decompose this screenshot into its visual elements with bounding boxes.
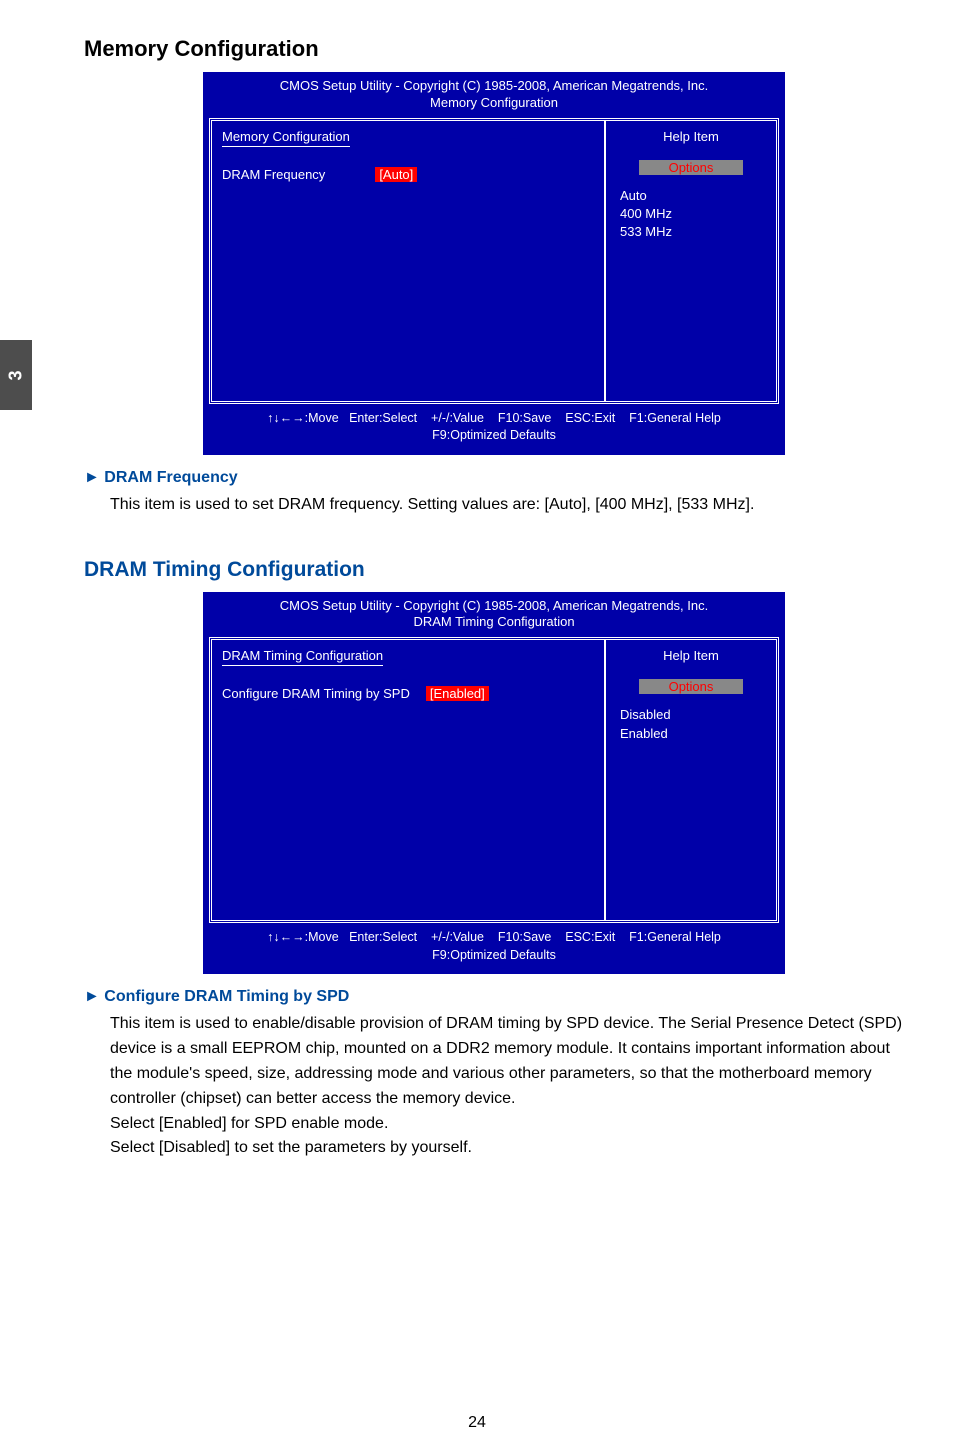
chapter-tab: 3 xyxy=(0,340,32,410)
bios-screenshot-dram-timing: CMOS Setup Utility - Copyright (C) 1985-… xyxy=(203,592,785,975)
section-title-dram-timing: DRAM Timing Configuration xyxy=(84,558,904,582)
bios-options-list: Disabled Enabled xyxy=(616,706,766,742)
bios-panel-title: DRAM Timing Configuration xyxy=(222,648,383,666)
bios-option: 533 MHz xyxy=(620,223,766,241)
bios-keymap-line2: F9:Optimized Defaults xyxy=(213,947,775,965)
page-number: 24 xyxy=(0,1414,954,1432)
bios-options-list: Auto 400 MHz 533 MHz xyxy=(616,187,766,242)
item-heading-dram-freq: ► DRAM Frequency xyxy=(84,469,904,487)
item-body-spd-p2: Select [Enabled] for SPD enable mode. xyxy=(110,1112,904,1137)
bios-header: CMOS Setup Utility - Copyright (C) 1985-… xyxy=(203,592,785,638)
item-body-dram-freq: This item is used to set DRAM frequency.… xyxy=(110,493,904,518)
bios-options-label: Options xyxy=(639,160,744,175)
bios-keymap-line1: ↑↓←→:Move Enter:Select +/-/:Value F10:Sa… xyxy=(213,410,775,428)
bios-setting-row[interactable]: Configure DRAM Timing by SPD [Enabled] xyxy=(222,686,594,701)
bios-setting-value: [Auto] xyxy=(375,167,417,182)
bios-screen-name: DRAM Timing Configuration xyxy=(203,614,785,631)
bios-option: Enabled xyxy=(620,725,766,743)
item-heading-spd: ► Configure DRAM Timing by SPD xyxy=(84,988,904,1006)
bios-setting-row[interactable]: DRAM Frequency [Auto] xyxy=(222,167,594,182)
bios-help-label: Help Item xyxy=(616,648,766,663)
bios-setting-label: DRAM Frequency xyxy=(222,167,325,182)
bios-option: Auto xyxy=(620,187,766,205)
bios-copyright: CMOS Setup Utility - Copyright (C) 1985-… xyxy=(203,598,785,615)
item-body-spd-p1: This item is used to enable/disable prov… xyxy=(110,1012,904,1111)
bios-keymap-line1: ↑↓←→:Move Enter:Select +/-/:Value F10:Sa… xyxy=(213,929,775,947)
bios-setting-value: [Enabled] xyxy=(426,686,489,701)
bios-help-label: Help Item xyxy=(616,129,766,144)
bios-copyright: CMOS Setup Utility - Copyright (C) 1985-… xyxy=(203,78,785,95)
bios-keymap-line2: F9:Optimized Defaults xyxy=(213,427,775,445)
bios-screen-name: Memory Configuration xyxy=(203,95,785,112)
section-title-memory: Memory Configuration xyxy=(84,36,904,62)
bios-option: 400 MHz xyxy=(620,205,766,223)
item-body-spd-p3: Select [Disabled] to set the parameters … xyxy=(110,1136,904,1161)
bios-panel-title: Memory Configuration xyxy=(222,129,350,147)
bios-keymap: ↑↓←→:Move Enter:Select +/-/:Value F10:Sa… xyxy=(203,404,785,455)
chapter-number: 3 xyxy=(5,370,26,380)
bios-keymap: ↑↓←→:Move Enter:Select +/-/:Value F10:Sa… xyxy=(203,923,785,974)
bios-setting-label: Configure DRAM Timing by SPD xyxy=(222,686,410,701)
bios-option: Disabled xyxy=(620,706,766,724)
item-body-spd: This item is used to enable/disable prov… xyxy=(110,1012,904,1161)
bios-header: CMOS Setup Utility - Copyright (C) 1985-… xyxy=(203,72,785,118)
bios-screenshot-memory: CMOS Setup Utility - Copyright (C) 1985-… xyxy=(203,72,785,455)
bios-options-label: Options xyxy=(639,679,744,694)
